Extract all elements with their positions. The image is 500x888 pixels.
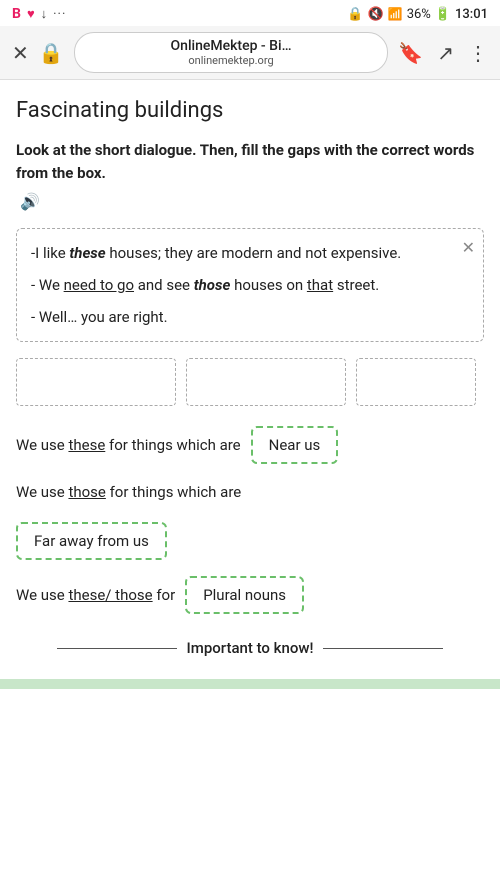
dialogue-line-1: -I like these houses; they are modern an… (31, 241, 469, 265)
drop-box-2[interactable] (186, 358, 346, 406)
time-display: 13:01 (455, 7, 488, 22)
important-row: Important to know! (16, 638, 484, 659)
browser-actions: 🔖 ↗ ⋮ (398, 41, 488, 65)
battery-icon: 🔋 (435, 7, 451, 22)
dialogue-1-bold: these (69, 244, 105, 262)
page-title: Fascinating buildings (16, 98, 484, 123)
more-icon: ··· (53, 7, 66, 22)
url-bar[interactable]: OnlineMektep - Bi… onlinemektep.org (74, 32, 389, 73)
answer-near-us[interactable]: Near us (251, 426, 339, 464)
use-sentence-1: We use these for things which are Near u… (16, 426, 484, 464)
lock-secure-icon: 🔒 (39, 41, 64, 65)
use-sentence-2-text: We use those for things which are (16, 480, 241, 504)
drop-box-1[interactable] (16, 358, 176, 406)
drop-box-3[interactable] (356, 358, 476, 406)
dialogue-2-underline2: that (307, 276, 333, 294)
lock-icon: 🔒 (347, 7, 363, 22)
download-icon: ↓ (41, 6, 48, 22)
dialogue-box: ✕ -I like these houses; they are modern … (16, 228, 484, 342)
answer-far-away[interactable]: Far away from us (16, 522, 167, 560)
share-icon[interactable]: ↗ (437, 41, 454, 65)
speaker-icon[interactable]: 🔊 (20, 190, 40, 214)
dialogue-2-after: houses on (230, 276, 307, 294)
use-sentence-3: We use these/ those for Plural nouns (16, 576, 484, 614)
dialogue-2-middle: and see (134, 276, 194, 294)
dialogue-1-before: -I like (31, 244, 69, 262)
menu-dots-icon[interactable]: ⋮ (468, 41, 488, 65)
browser-chrome: ✕ 🔒 OnlineMektep - Bi… onlinemektep.org … (0, 26, 500, 80)
important-line-right (323, 648, 443, 649)
dialogue-line-3: - Well… you are right. (31, 305, 469, 329)
use-sentence-1-text: We use these for things which are (16, 433, 241, 457)
bottom-bar (0, 679, 500, 689)
dialogue-2-underline: need to go (64, 276, 134, 294)
status-left-icons: B ♥ ↓ ··· (12, 6, 66, 22)
use-sentence-3-text: We use these/ those for (16, 583, 175, 607)
mute-icon: 🔇 (368, 7, 384, 22)
status-bar: B ♥ ↓ ··· 🔒 🔇 📶 36% 🔋 13:01 (0, 0, 500, 26)
drop-area (16, 358, 484, 406)
heart-icon: ♥ (27, 6, 35, 22)
content-area: Fascinating buildings Look at the short … (0, 80, 500, 679)
dialogue-2-bold: those (194, 276, 231, 294)
important-line-left (57, 648, 177, 649)
these-those-underline: these/ those (68, 586, 152, 604)
signal-bars-icon: 📶 (388, 7, 403, 21)
status-right-icons: 🔒 🔇 📶 36% 🔋 13:01 (347, 7, 488, 22)
important-text: Important to know! (187, 638, 314, 659)
instruction-text: Look at the short dialogue. Then, fill t… (16, 139, 484, 214)
dialogue-2-before: - We (31, 276, 64, 294)
dialogue-1-after: houses; they are modern and not expensiv… (106, 244, 402, 262)
dialogue-close-button[interactable]: ✕ (462, 235, 475, 261)
answer-plural-nouns[interactable]: Plural nouns (185, 576, 304, 614)
dialogue-3-text: - Well… you are right. (31, 308, 168, 326)
dialogue-line-2: - We need to go and see those houses on … (31, 273, 469, 297)
those-underline: those (68, 483, 105, 501)
these-underline-1: these (68, 436, 105, 454)
close-tab-button[interactable]: ✕ (12, 41, 29, 65)
bookmark-icon[interactable]: 🔖 (398, 41, 423, 65)
instruction-label: Look at the short dialogue. Then, fill t… (16, 139, 484, 184)
use-sentence-2: We use those for things which are Far aw… (16, 480, 484, 560)
app-icon-b: B (12, 6, 21, 22)
url-title: OnlineMektep - Bi… (171, 38, 292, 54)
dialogue-2-end: street. (333, 276, 379, 294)
battery-text: 36% (407, 7, 431, 22)
url-domain: onlinemektep.org (188, 54, 273, 67)
